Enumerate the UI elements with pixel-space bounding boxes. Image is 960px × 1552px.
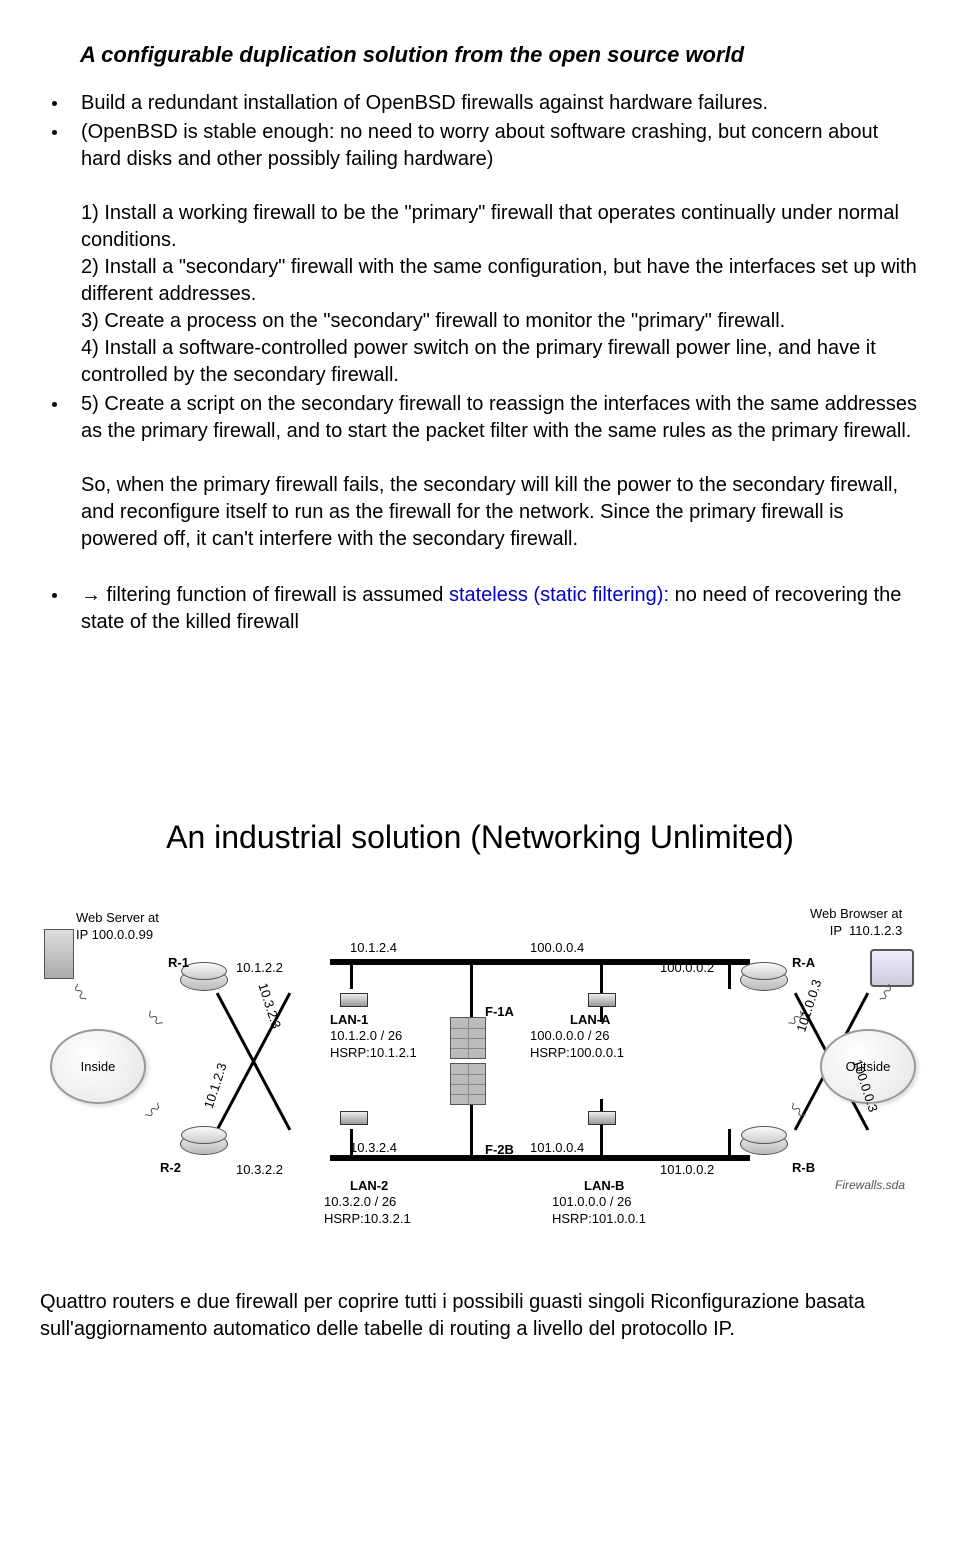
- list-item: → filtering function of firewall is assu…: [40, 582, 920, 636]
- bullet-text: 5) Create a script on the secondary fire…: [81, 391, 920, 553]
- ip-label: 10.1.2.4: [350, 939, 397, 957]
- bullet-text: (OpenBSD is stable enough: no need to wo…: [81, 119, 920, 389]
- text: 4) Install a software-controlled power s…: [81, 337, 876, 386]
- bullet-icon: [52, 402, 57, 407]
- link-line: [470, 962, 473, 1022]
- text: 1) Install a working firewall to be the …: [81, 202, 899, 251]
- ip-label: 100.0.0.4: [530, 939, 584, 957]
- lan-sublabel: 10.3.2.0 / 26 HSRP:10.3.2.1: [324, 1193, 411, 1228]
- bullet-text: Build a redundant installation of OpenBS…: [81, 90, 920, 117]
- server-icon: [44, 929, 74, 979]
- text: 2) Install a "secondary" firewall with t…: [81, 256, 917, 305]
- list-item: Build a redundant installation of OpenBS…: [40, 90, 920, 117]
- link-line: [728, 959, 731, 989]
- ip-label: 10.1.2.2: [236, 959, 283, 977]
- lan-label: LAN-A: [570, 1011, 610, 1029]
- lan-switch-icon: [340, 993, 368, 1007]
- lan-switch-icon: [340, 1111, 368, 1125]
- bus-line: [540, 959, 750, 965]
- lan-sublabel: 101.0.0.0 / 26 HSRP:101.0.0.1: [552, 1193, 646, 1228]
- text: 3) Create a process on the "secondary" f…: [81, 310, 785, 332]
- text: (OpenBSD is stable enough: no need to wo…: [81, 121, 878, 170]
- lan-label: LAN-1: [330, 1011, 368, 1029]
- ip-label: 10.1.2.3: [200, 1061, 231, 1111]
- lan-switch-icon: [588, 1111, 616, 1125]
- link-line: [470, 1099, 473, 1157]
- link-icon: 〰: [64, 979, 94, 1007]
- router-label: R-2: [160, 1159, 181, 1177]
- router-icon: [740, 1133, 788, 1155]
- list-item: (OpenBSD is stable enough: no need to wo…: [40, 119, 920, 389]
- ip-label: 101.0.0.4: [530, 1139, 584, 1157]
- lan-label: LAN-B: [584, 1177, 624, 1195]
- firewall-label: F-1A: [485, 1003, 514, 1021]
- firewall-label: F-2B: [485, 1141, 514, 1159]
- router-icon: [180, 1133, 228, 1155]
- link-icon: 〰: [139, 1004, 169, 1034]
- link-line: [728, 1129, 731, 1157]
- firewall-icon: [450, 1017, 486, 1059]
- router-label: R-1: [168, 954, 189, 972]
- ip-label: 10.3.2.2: [236, 1161, 283, 1179]
- bullet-text: → filtering function of firewall is assu…: [81, 582, 920, 636]
- lan-sublabel: 100.0.0.0 / 26 HSRP:100.0.0.1: [530, 1027, 624, 1062]
- file-label: Firewalls.sda: [835, 1177, 905, 1193]
- lan-sublabel: 10.1.2.0 / 26 HSRP:10.1.2.1: [330, 1027, 417, 1062]
- server-label: Web Server at IP 100.0.0.99: [76, 909, 159, 944]
- network-diagram: Web Server at IP 100.0.0.99 Web Browser …: [40, 899, 920, 1249]
- ip-label: 10.3.2.4: [350, 1139, 397, 1157]
- section-title-2: An industrial solution (Networking Unlim…: [40, 816, 920, 859]
- text: So, when the primary firewall fails, the…: [81, 474, 898, 550]
- bullet-icon: [52, 130, 57, 135]
- browser-icon: [870, 949, 914, 987]
- section-title-1: A configurable duplication solution from…: [80, 40, 920, 70]
- cloud-inside-icon: Inside: [50, 1029, 146, 1104]
- firewall-icon: [450, 1063, 486, 1105]
- bullet-icon: [52, 101, 57, 106]
- cloud-label: Inside: [81, 1058, 116, 1076]
- router-icon: [180, 969, 228, 991]
- router-label: R-A: [792, 954, 815, 972]
- link-line: [600, 1099, 603, 1157]
- text: 5) Create a script on the secondary fire…: [81, 393, 917, 442]
- emphasis-text: stateless (static filtering):: [449, 584, 669, 606]
- link-icon: 〰: [139, 1096, 169, 1126]
- ip-label: 101.0.0.3: [792, 977, 825, 1034]
- bus-line: [330, 959, 540, 965]
- lan-switch-icon: [588, 993, 616, 1007]
- ip-label: 101.0.0.2: [660, 1161, 714, 1179]
- bullet-icon: [52, 593, 57, 598]
- text: → filtering function of firewall is assu…: [81, 584, 449, 606]
- final-paragraph: Quattro routers e due firewall per copri…: [40, 1289, 920, 1343]
- ip-label: 100.0.0.2: [660, 959, 714, 977]
- router-icon: [740, 969, 788, 991]
- lan-label: LAN-2: [350, 1177, 388, 1195]
- link-line: [350, 959, 353, 989]
- link-icon: 〰: [782, 1096, 812, 1126]
- list-item: 5) Create a script on the secondary fire…: [40, 391, 920, 553]
- browser-label: Web Browser at IP 110.1.2.3: [810, 905, 902, 940]
- router-label: R-B: [792, 1159, 815, 1177]
